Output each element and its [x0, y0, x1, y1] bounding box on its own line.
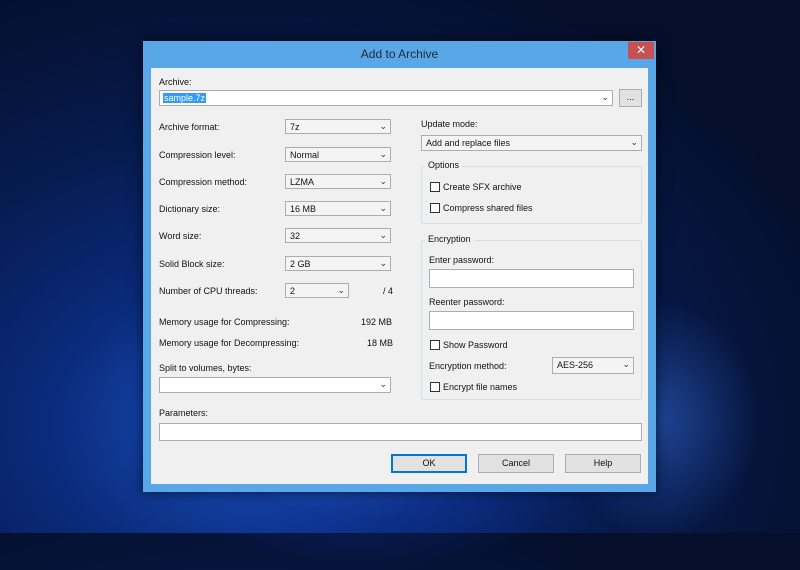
encrypt-names-checkbox[interactable]	[430, 382, 440, 392]
update-mode-label: Update mode:	[421, 119, 478, 129]
enter-password-label: Enter password:	[429, 255, 495, 265]
chevron-down-icon: ⌄	[379, 379, 387, 389]
update-mode-value: Add and replace files	[426, 138, 511, 148]
chevron-down-icon: ⌄	[379, 121, 387, 131]
mem-decompress-label: Memory usage for Decompressing:	[159, 338, 300, 348]
encryption-method-value: AES-256	[557, 360, 594, 370]
solid-block-size-label: Solid Block size:	[159, 259, 225, 269]
chevron-down-icon: ⌄	[379, 230, 387, 240]
enter-password-field[interactable]	[429, 269, 634, 288]
solid-block-size-select[interactable]: 2 GB ⌄	[285, 256, 391, 271]
close-icon: ✕	[635, 43, 647, 57]
archive-format-select[interactable]: 7z ⌄	[285, 119, 391, 134]
help-button[interactable]: Help	[565, 454, 641, 473]
encrypt-names-label[interactable]: Encrypt file names	[443, 382, 517, 392]
encryption-method-select[interactable]: AES-256 ⌄	[552, 357, 634, 374]
chevron-down-icon: ⌄	[337, 285, 345, 295]
dictionary-size-value: 16 MB	[290, 204, 317, 214]
archive-label: Archive:	[159, 77, 192, 87]
cpu-threads-select[interactable]: 2 ⌄	[285, 283, 349, 298]
chevron-down-icon: ⌄	[379, 258, 387, 268]
sfx-label[interactable]: Create SFX archive	[443, 182, 522, 192]
cancel-button[interactable]: Cancel	[478, 454, 554, 473]
archive-path-combo[interactable]: sample.7z ⌄	[159, 90, 613, 106]
compression-level-value: Normal	[290, 150, 320, 160]
dictionary-size-select[interactable]: 16 MB ⌄	[285, 201, 391, 216]
mem-decompress-value: 18 MB	[367, 338, 394, 348]
encryption-group-title: Encryption	[425, 234, 474, 244]
chevron-down-icon: ⌄	[379, 203, 387, 213]
dialog-body: Archive: sample.7z ⌄ ... Archive format:…	[151, 68, 648, 484]
window-title: Add to Archive	[360, 47, 439, 61]
show-password-checkbox[interactable]	[430, 340, 440, 350]
chevron-down-icon: ⌄	[622, 359, 630, 369]
word-size-value: 32	[290, 231, 301, 241]
ok-button[interactable]: OK	[391, 454, 467, 473]
chevron-down-icon: ⌄	[630, 137, 638, 147]
archive-format-value: 7z	[290, 122, 300, 132]
compression-method-label: Compression method:	[159, 177, 248, 187]
update-mode-select[interactable]: Add and replace files ⌄	[421, 135, 642, 151]
word-size-label: Word size:	[159, 231, 202, 241]
compress-shared-label[interactable]: Compress shared files	[443, 203, 533, 213]
chevron-down-icon[interactable]: ⌄	[601, 92, 609, 103]
compression-method-select[interactable]: LZMA ⌄	[285, 174, 391, 189]
word-size-select[interactable]: 32 ⌄	[285, 228, 391, 243]
encryption-method-label: Encryption method:	[429, 361, 507, 371]
compress-shared-checkbox[interactable]	[430, 203, 440, 213]
compression-method-value: LZMA	[290, 177, 315, 187]
split-volumes-combo[interactable]: ⌄	[159, 377, 391, 393]
cpu-threads-value: 2	[290, 286, 296, 296]
chevron-down-icon: ⌄	[379, 176, 387, 186]
cpu-threads-max: / 4	[383, 286, 394, 296]
chevron-down-icon: ⌄	[379, 149, 387, 159]
options-group-title: Options	[425, 160, 463, 170]
cpu-threads-label: Number of CPU threads:	[159, 286, 258, 296]
split-volumes-label: Split to volumes, bytes:	[159, 363, 252, 373]
browse-button[interactable]: ...	[619, 89, 642, 107]
encryption-group: Encryption Enter password: Reenter passw…	[421, 234, 642, 400]
options-group: Options Create SFX archive Compress shar…	[421, 160, 642, 224]
solid-block-size-value: 2 GB	[290, 259, 311, 269]
sfx-checkbox[interactable]	[430, 182, 440, 192]
close-button[interactable]: ✕	[628, 42, 654, 59]
mem-compress-value: 192 MB	[361, 317, 393, 327]
add-to-archive-dialog: Add to Archive ✕ Archive: sample.7z ⌄ ..…	[143, 41, 656, 492]
dictionary-size-label: Dictionary size:	[159, 204, 221, 214]
compression-level-select[interactable]: Normal ⌄	[285, 147, 391, 162]
show-password-label[interactable]: Show Password	[443, 340, 508, 350]
archive-path-value: sample.7z	[163, 93, 207, 103]
reenter-password-label: Reenter password:	[429, 297, 505, 307]
parameters-field[interactable]	[159, 423, 642, 441]
title-bar[interactable]: Add to Archive ✕	[143, 41, 656, 66]
reenter-password-field[interactable]	[429, 311, 634, 330]
compression-level-label: Compression level:	[159, 150, 236, 160]
mem-compress-label: Memory usage for Compressing:	[159, 317, 290, 327]
parameters-label: Parameters:	[159, 408, 209, 418]
archive-format-label: Archive format:	[159, 122, 220, 132]
